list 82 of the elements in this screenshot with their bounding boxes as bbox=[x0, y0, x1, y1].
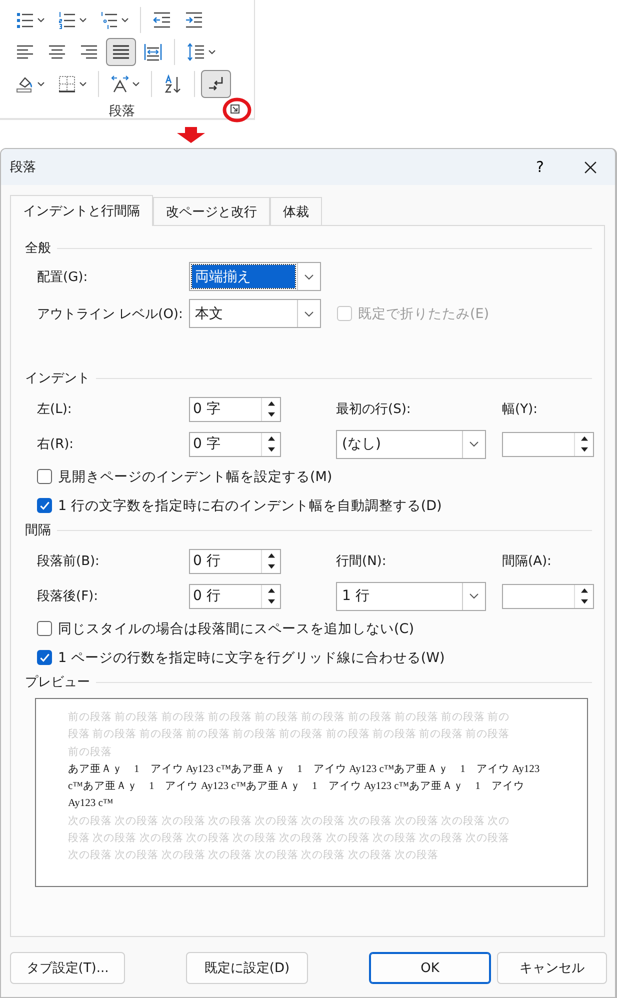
alignment-dropdown[interactable]: 両端揃え bbox=[189, 262, 321, 291]
preview-text: あア亜Ａｙ 1 アイウ Ay123 c™あア亜Ａｙ 1 アイウ Ay123 c™あア亜Ａｙ 1 アイウ Ay123 bbox=[68, 762, 541, 777]
caret-icon bbox=[79, 16, 87, 24]
justify-button[interactable] bbox=[106, 38, 136, 66]
highlight-circle bbox=[222, 97, 252, 123]
field-label: 左(L): bbox=[37, 401, 73, 418]
up-arrow-icon bbox=[580, 436, 588, 441]
up-arrow-icon bbox=[268, 588, 274, 593]
increase-indent-icon bbox=[184, 10, 204, 30]
field-label: 行間(N): bbox=[336, 553, 388, 570]
field-label: 幅(Y): bbox=[502, 401, 538, 418]
caret-icon bbox=[132, 80, 140, 88]
dialog-button[interactable]: 既定に設定(D) bbox=[186, 952, 308, 984]
first-line-dropdown[interactable]: (なし) bbox=[336, 430, 486, 458]
window-title: 段落 bbox=[10, 159, 37, 176]
caret-icon bbox=[37, 16, 45, 24]
tab[interactable]: 体裁 bbox=[270, 197, 322, 225]
down-arrow-icon bbox=[268, 412, 274, 418]
dialog-button[interactable]: OK bbox=[369, 952, 491, 984]
field-label: 配置(G): bbox=[37, 268, 89, 286]
down-arrow-icon bbox=[268, 564, 274, 570]
option-checkbox[interactable]: 1 ページの行数を指定時に文字を行グリッド線に合わせる(W) bbox=[25, 643, 592, 672]
borders-icon bbox=[57, 74, 77, 94]
chevron-down-icon bbox=[469, 439, 479, 449]
left-indent-spinner[interactable]: 0 字 bbox=[189, 396, 281, 422]
section-heading: インデント bbox=[25, 370, 90, 387]
right-indent-spinner[interactable]: 0 字 bbox=[189, 432, 281, 456]
option-checkbox[interactable]: 同じスタイルの場合は段落間にスペースを追加しない(C) bbox=[25, 614, 592, 643]
up-arrow-icon bbox=[580, 588, 588, 593]
text-direction-button[interactable] bbox=[201, 70, 231, 98]
asian-layout-icon bbox=[110, 74, 130, 94]
field-label: 間隔(A): bbox=[502, 553, 552, 570]
help-button[interactable]: ? bbox=[515, 149, 565, 185]
up-arrow-icon bbox=[268, 552, 274, 558]
numbering-icon bbox=[57, 10, 77, 30]
space-before-spinner[interactable]: 0 行 bbox=[189, 548, 281, 574]
down-arrow-icon bbox=[176, 127, 206, 143]
checkmark-icon bbox=[38, 499, 51, 512]
space-after-spinner[interactable]: 0 行 bbox=[189, 584, 281, 608]
field-label: 段落後(F): bbox=[37, 588, 100, 605]
checkmark-icon bbox=[38, 651, 51, 664]
field-label: 右(R): bbox=[37, 436, 75, 453]
line-spacing-dropdown[interactable]: 1 行 bbox=[336, 582, 486, 610]
launcher-icon bbox=[230, 104, 240, 114]
caret-icon bbox=[37, 80, 45, 88]
option-checkbox[interactable]: 1 行の文字数を指定時に右のインデント幅を自動調整する(D) bbox=[25, 491, 592, 520]
dialog-launcher-button[interactable] bbox=[230, 104, 242, 116]
section-heading: 間隔 bbox=[25, 522, 51, 539]
tab[interactable]: 改ページと改行 bbox=[153, 197, 270, 225]
section-heading: プレビュー bbox=[25, 674, 90, 691]
option-checkbox[interactable]: 見開きページのインデント幅を設定する(M) bbox=[25, 462, 592, 491]
down-arrow-icon bbox=[580, 599, 588, 604]
close-icon bbox=[584, 160, 596, 174]
section-heading: 全般 bbox=[25, 240, 51, 257]
chevron-down-icon bbox=[304, 308, 314, 318]
distributed-icon bbox=[143, 42, 163, 62]
tab[interactable]: インデントと行間隔 bbox=[10, 195, 153, 226]
caret-icon bbox=[79, 80, 87, 88]
dialog-button[interactable]: タブ設定(T)... bbox=[10, 952, 125, 984]
up-arrow-icon bbox=[268, 400, 274, 406]
dialog-button[interactable]: キャンセル bbox=[497, 952, 607, 984]
preview-text: c™あア亜Ａｙ 1 アイウ Ay123 c™あア亜Ａｙ 1 アイウ Ay123 c™あア亜Ａｙ 1 アイウ bbox=[68, 780, 526, 794]
caret-icon bbox=[208, 48, 216, 56]
sort-icon bbox=[163, 74, 183, 94]
multilevel-icon bbox=[99, 10, 119, 30]
group-label: 段落 bbox=[109, 103, 135, 120]
decrease-indent-icon bbox=[152, 10, 172, 30]
justify-icon bbox=[111, 42, 131, 62]
field-label: 最初の行(S): bbox=[336, 401, 412, 418]
line-spacing-icon bbox=[186, 42, 206, 62]
preview-text: Ay123 c™ bbox=[68, 797, 114, 812]
up-arrow-icon bbox=[268, 436, 274, 441]
field-label: 段落前(B): bbox=[37, 553, 100, 570]
caret-icon bbox=[121, 16, 129, 24]
field-label: アウトライン レベル(O): bbox=[37, 306, 184, 322]
outline-level-dropdown[interactable]: 本文 bbox=[189, 299, 321, 328]
down-arrow-icon bbox=[268, 447, 274, 452]
down-arrow-icon bbox=[268, 599, 274, 604]
bullets-icon bbox=[15, 10, 35, 30]
down-arrow-icon bbox=[580, 447, 588, 452]
chevron-down-icon bbox=[469, 591, 479, 601]
chevron-down-icon bbox=[304, 272, 314, 282]
